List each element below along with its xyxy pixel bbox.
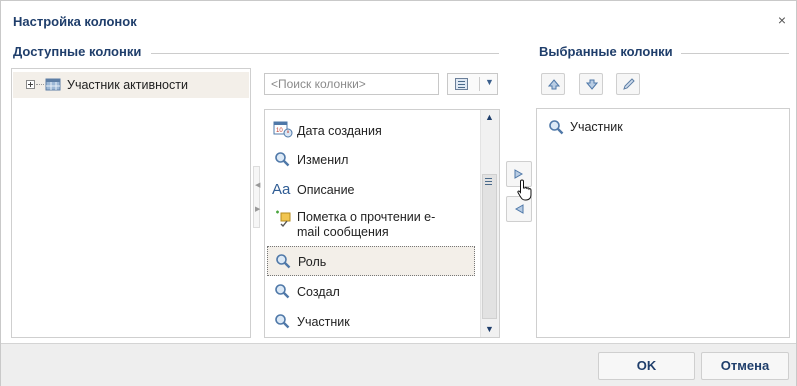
available-columns-divider bbox=[151, 53, 499, 54]
splitter-right-arrow-icon: ▶ bbox=[255, 206, 261, 213]
move-up-button[interactable] bbox=[541, 73, 565, 95]
arrow-up-icon bbox=[548, 79, 560, 90]
arrow-left-icon bbox=[514, 204, 524, 214]
button-separator bbox=[479, 77, 480, 91]
list-item[interactable]: 10 Дата создания bbox=[267, 116, 475, 146]
checkbox-flag-icon bbox=[276, 210, 291, 228]
list-item-label: Создал bbox=[297, 285, 340, 299]
object-table-icon bbox=[45, 78, 61, 91]
selected-columns-list: Участник bbox=[536, 108, 790, 338]
tree-row-activity-participant[interactable]: Участник активности bbox=[13, 72, 249, 98]
list-item[interactable]: Aa Описание bbox=[267, 176, 475, 206]
list-item-label: Участник bbox=[297, 315, 350, 329]
view-mode-button[interactable]: ▼ bbox=[447, 73, 498, 95]
splitter-left-arrow-icon: ◀ bbox=[255, 182, 261, 189]
dialog-footer: OK Отмена bbox=[1, 343, 796, 386]
list-item[interactable]: Изменил bbox=[267, 146, 475, 176]
tree-connector bbox=[36, 84, 44, 85]
hand-cursor-icon bbox=[517, 179, 532, 201]
move-down-button[interactable] bbox=[579, 73, 603, 95]
list-item[interactable]: Пометка о прочтении e- mail сообщения bbox=[267, 206, 475, 246]
list-view-icon bbox=[455, 78, 468, 90]
dialog-title: Настройка колонок bbox=[13, 14, 137, 29]
list-item-label: Изменил bbox=[297, 153, 349, 167]
magnifier-icon bbox=[275, 152, 290, 167]
magnifier-icon bbox=[276, 254, 291, 269]
list-item-label: Роль bbox=[298, 255, 327, 269]
scroll-up-icon[interactable]: ▲ bbox=[485, 112, 494, 122]
magnifier-icon bbox=[549, 120, 564, 135]
column-search-input[interactable] bbox=[264, 73, 439, 95]
text-aa-icon: Aa bbox=[272, 181, 291, 198]
svg-text:10: 10 bbox=[276, 128, 283, 134]
list-item[interactable]: Участник bbox=[545, 117, 745, 137]
list-item[interactable]: Создал bbox=[267, 278, 475, 308]
scroll-down-icon[interactable]: ▼ bbox=[485, 324, 494, 334]
list-item-selected[interactable]: Роль bbox=[267, 246, 475, 276]
list-item[interactable]: Участник bbox=[267, 308, 475, 337]
list-item-label: Дата создания bbox=[297, 124, 382, 138]
close-icon[interactable]: × bbox=[778, 12, 786, 28]
list-item-label: Участник bbox=[570, 120, 623, 134]
magnifier-icon bbox=[275, 314, 290, 329]
dialog-titlebar: Настройка колонок × bbox=[1, 1, 796, 41]
edit-column-button[interactable] bbox=[616, 73, 640, 95]
available-columns-title: Доступные колонки bbox=[13, 44, 146, 59]
arrow-down-icon bbox=[586, 79, 598, 90]
chevron-down-icon[interactable]: ▼ bbox=[485, 77, 494, 87]
expand-plus-icon[interactable] bbox=[26, 80, 35, 89]
list-item-label: Пометка о прочтении e- mail сообщения bbox=[297, 210, 436, 239]
selected-columns-title: Выбранные колонки bbox=[539, 44, 677, 59]
available-columns-list: 10 Дата создания Изменил Aa Описание Пом… bbox=[264, 109, 500, 338]
list-item-label: Описание bbox=[297, 183, 355, 197]
column-settings-dialog: Настройка колонок × Доступные колонки Уч… bbox=[0, 0, 797, 386]
selected-columns-divider bbox=[681, 53, 789, 54]
pencil-icon bbox=[623, 78, 635, 90]
list-scrollbar[interactable]: ▲ ▼ bbox=[480, 110, 499, 337]
scrollbar-grip-icon bbox=[485, 178, 492, 179]
ok-button[interactable]: OK bbox=[598, 352, 695, 380]
magnifier-icon bbox=[275, 284, 290, 299]
scrollbar-thumb[interactable] bbox=[482, 174, 497, 319]
calendar-icon: 10 bbox=[273, 121, 293, 138]
cancel-button[interactable]: Отмена bbox=[701, 352, 789, 380]
tree-item-label: Участник активности bbox=[67, 78, 188, 92]
available-tree: Участник активности bbox=[11, 68, 251, 338]
panel-splitter[interactable]: ◀ ▶ bbox=[253, 166, 260, 228]
